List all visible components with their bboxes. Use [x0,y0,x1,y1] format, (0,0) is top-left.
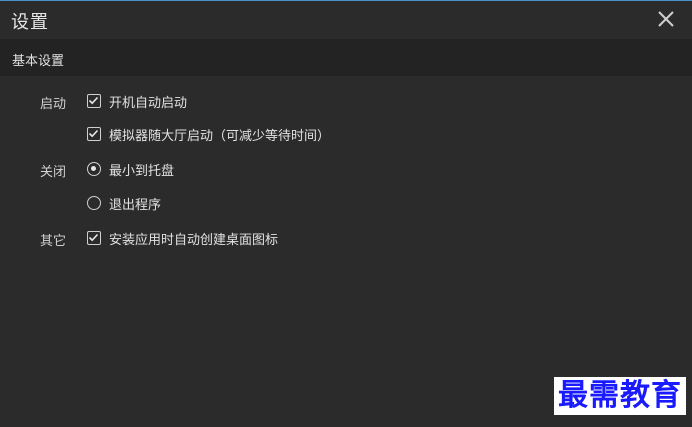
minimize-to-tray-radio[interactable]: 最小到托盘 [87,158,174,180]
checkmark-icon [88,129,99,138]
close-row-2: 退出程序 [0,192,692,214]
window-title: 设置 [11,12,49,33]
emulator-with-lobby-checkbox[interactable]: 模拟器随大厅启动（可减少等待时间） [87,123,330,145]
exit-program-label: 退出程序 [109,197,162,213]
checkbox-checked[interactable] [87,94,101,108]
close-row: 关闭 最小到托盘 [0,158,692,180]
desktop-icon-label: 安装应用时自动创建桌面图标 [109,232,279,248]
emulator-with-lobby-label: 模拟器随大厅启动（可减少等待时间） [109,128,331,144]
title-bar: 设置 [0,1,692,39]
radio-unselected[interactable] [87,196,101,210]
auto-start-label: 开机自动启动 [109,95,188,111]
section-title: 基本设置 [12,54,65,69]
checkmark-icon [88,233,99,242]
checkbox-checked[interactable] [87,231,101,245]
exit-program-radio[interactable]: 退出程序 [87,192,161,214]
startup-label: 启动 [40,97,67,112]
startup-row-2: 模拟器随大厅启动（可减少等待时间） [0,123,692,145]
desktop-icon-checkbox[interactable]: 安装应用时自动创建桌面图标 [87,227,278,249]
other-label: 其它 [40,234,67,249]
section-header: 基本设置 [0,39,692,76]
close-button[interactable] [654,7,678,31]
close-icon [658,11,674,27]
close-label: 关闭 [40,165,67,180]
radio-dot [91,166,96,171]
other-row: 其它 安装应用时自动创建桌面图标 [0,227,692,249]
checkbox-checked[interactable] [87,127,101,141]
checkmark-icon [88,96,99,105]
minimize-to-tray-label: 最小到托盘 [109,163,175,179]
radio-selected[interactable] [87,162,101,176]
watermark-logo: 最需教育 [554,377,686,415]
settings-window: 设置 基本设置 启动 开机自动启动 模拟器随大厅启动（可减少等待时间） 关闭 最… [0,0,692,427]
startup-row: 启动 开机自动启动 [0,90,692,112]
auto-start-checkbox[interactable]: 开机自动启动 [87,90,187,112]
